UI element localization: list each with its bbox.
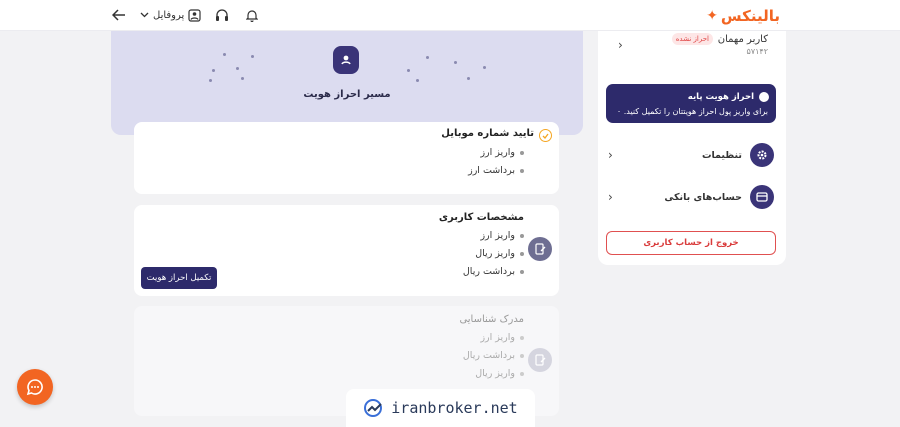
logo-mark-icon: ✦	[706, 8, 718, 24]
edit-document-icon	[528, 348, 552, 372]
list-item: واریز ریال	[475, 368, 524, 379]
headset-icon[interactable]	[213, 6, 231, 24]
status-badge: احراز نشده	[671, 33, 713, 45]
complete-kyc-button[interactable]: تکمیل احراز هویت	[141, 267, 217, 289]
sidebar-item-bank-accounts[interactable]: حساب‌های بانکی ‹	[608, 184, 774, 210]
check-circle-icon	[539, 129, 552, 142]
chevron-left-icon[interactable]: ‹	[618, 38, 623, 52]
watermark: iranbroker.net	[346, 389, 535, 427]
list-item: برداشت ریال	[463, 266, 524, 277]
step-title: مشخصات کاربری	[438, 212, 524, 223]
step-title: تایید شماره موبایل	[441, 128, 534, 139]
decor-dot	[454, 61, 457, 64]
kyc-title: احراز هویت پایه	[687, 92, 754, 102]
top-nav: پروفایل	[110, 6, 261, 24]
step-title: مدرک شناسایی	[459, 314, 524, 325]
logout-button[interactable]: خروج از حساب کاربری	[606, 231, 776, 255]
decor-dot	[223, 53, 226, 56]
bell-icon[interactable]	[243, 6, 261, 24]
bullet	[520, 168, 524, 173]
item-label: برداشت ریال	[462, 266, 515, 277]
user-id: ۵۷۱۴۲	[746, 47, 768, 56]
bullet	[520, 233, 524, 238]
decor-dot	[483, 66, 486, 69]
list-item: واریز ارز	[480, 332, 524, 343]
hero-title: مسیر احراز هویت	[303, 89, 391, 100]
decor-dot	[467, 77, 470, 80]
brand-logo[interactable]: بالینکس ✦	[706, 7, 780, 25]
list-item: برداشت ارز	[468, 165, 524, 176]
list-item: واریز ریال	[475, 248, 524, 259]
chat-bubble-icon	[26, 379, 43, 396]
step-card-user-info: مشخصات کاربری واریز ارز واریز ریال برداش…	[134, 205, 559, 296]
bank-card-icon	[750, 185, 774, 209]
bullet	[520, 251, 524, 256]
support-chat-button[interactable]	[17, 369, 53, 405]
profile-label: پروفایل	[153, 9, 185, 21]
item-label: واریز ریال	[475, 368, 515, 379]
chevron-left-icon: ‹	[608, 190, 613, 204]
sidebar-item-label: حساب‌های بانکی	[664, 191, 742, 203]
item-label: واریز ارز	[480, 230, 515, 241]
watermark-text: iranbroker.net	[391, 399, 518, 417]
list-item: واریز ارز	[480, 230, 524, 241]
shield-icon	[759, 92, 769, 102]
decor-dot	[236, 67, 239, 70]
back-arrow-icon[interactable]	[110, 6, 128, 24]
kyc-banner[interactable]: احراز هویت پایه برای واریز پول احراز هوی…	[606, 84, 776, 123]
bullet	[520, 371, 524, 376]
kyc-hero: مسیر احراز هویت	[111, 31, 583, 135]
decor-dot	[426, 56, 429, 59]
profile-menu[interactable]: پروفایل	[140, 8, 201, 22]
user-sidebar: کاربر مهمان احراز نشده ۵۷۱۴۲ ‹ احراز هوی…	[598, 31, 786, 265]
item-label: واریز ریال	[475, 248, 515, 259]
item-label: برداشت ارز	[468, 165, 515, 176]
decor-dot	[416, 79, 419, 82]
logo-text: بالینکس	[720, 7, 780, 25]
item-label: واریز ارز	[480, 147, 515, 158]
decor-dot	[209, 79, 212, 82]
trend-logo-icon	[364, 399, 383, 417]
top-bar: پروفایل بالینکس ✦	[0, 0, 900, 31]
list-item: برداشت ریال	[463, 350, 524, 361]
sidebar-item-settings[interactable]: تنظیمات ‹	[608, 142, 774, 168]
decor-dot	[407, 69, 410, 72]
sidebar-item-label: تنظیمات	[701, 149, 742, 161]
kyc-description: برای واریز پول احراز هویتتان را تکمیل کن…	[616, 107, 768, 116]
chevron-down-icon	[140, 12, 149, 18]
decor-dot	[251, 55, 254, 58]
gear-icon	[750, 143, 774, 167]
step-card-mobile: تایید شماره موبایل واریز ارز برداشت ارز	[134, 122, 559, 194]
chevron-left-icon: ‹	[608, 148, 613, 162]
user-icon	[188, 8, 201, 22]
list-item: واریز ارز	[480, 147, 524, 158]
decor-dot	[241, 77, 244, 80]
bullet	[520, 353, 524, 358]
shield-user-icon	[333, 46, 359, 74]
item-label: برداشت ریال	[462, 350, 515, 361]
edit-document-icon	[528, 237, 552, 261]
item-label: واریز ارز	[480, 332, 515, 343]
bullet	[520, 335, 524, 340]
bullet	[520, 150, 524, 155]
user-name: کاربر مهمان	[717, 34, 768, 45]
bullet	[520, 269, 524, 274]
decor-dot	[212, 69, 215, 72]
